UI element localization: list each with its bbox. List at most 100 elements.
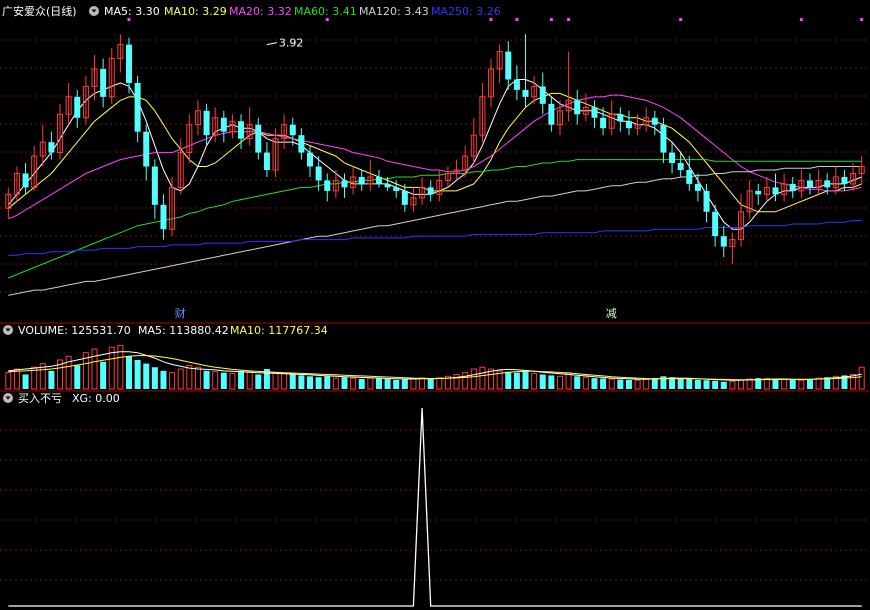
signal-dot	[799, 18, 803, 21]
ma250-label: MA250: 3.26	[431, 5, 501, 18]
candle-body-down	[134, 82, 141, 132]
volume-bar-down	[600, 378, 607, 389]
volume-bar-down	[548, 375, 555, 389]
volume-bar-down	[789, 379, 796, 389]
candle-body-down	[160, 204, 167, 230]
volume-bar-up	[91, 348, 98, 390]
volume-bar-up	[781, 379, 788, 390]
volume-bar-up	[479, 366, 486, 390]
ma120-line	[8, 166, 862, 296]
volume-bar-up	[13, 368, 20, 390]
candle-body-down	[824, 180, 831, 188]
volume-bar-down	[591, 378, 598, 389]
candle-body-down	[513, 79, 520, 90]
candle-body-down	[358, 176, 365, 184]
candle-body-down	[341, 180, 348, 188]
ma120-label: MA120: 3.43	[359, 5, 429, 18]
volume-bar-up	[436, 377, 443, 390]
candle-body-down	[789, 183, 796, 191]
candle-body-down	[100, 69, 107, 97]
ma20-label: MA20: 3.32	[229, 5, 292, 18]
volume-bar-up	[634, 379, 641, 390]
volume-collapse-icon[interactable]	[3, 325, 13, 335]
volume-bar-up	[729, 380, 736, 390]
volume-bar-down	[341, 377, 348, 389]
volume-bar-down	[384, 379, 391, 389]
volume-bar-up	[419, 377, 426, 390]
volume-bar-down	[220, 372, 227, 389]
volume-bar-down	[238, 370, 245, 389]
price-panel-title: 广安爱众(日线)	[2, 4, 77, 18]
signal-dot	[567, 18, 571, 21]
volume-bar-up	[746, 378, 753, 390]
volume-bar-down	[134, 359, 141, 389]
signal-dot	[127, 18, 131, 21]
volume-bar-down	[393, 379, 400, 389]
candle-body-down	[522, 89, 529, 97]
candle-body-down	[669, 152, 676, 164]
indicator-collapse-icon[interactable]	[3, 393, 13, 403]
candle-body-down	[324, 180, 331, 191]
candle-body-down	[22, 173, 29, 188]
candle-body-down	[660, 124, 667, 153]
volume-bar-down	[574, 376, 581, 389]
volume-bar-down	[651, 378, 658, 389]
ma5-label: MA5: 3.30	[104, 5, 160, 18]
volume-bar-up	[643, 378, 650, 390]
collapse-icon[interactable]	[89, 6, 99, 16]
volume-bar-down	[427, 378, 434, 389]
candle-body-down	[720, 236, 727, 247]
volume-bar-down	[315, 377, 322, 389]
indicator-title: 买入不亏	[18, 392, 62, 405]
candle-body-down	[151, 166, 158, 205]
volume-bar-down	[100, 361, 107, 389]
volume-bar-up	[531, 373, 538, 390]
volume-bar-down	[203, 370, 210, 389]
volume-bar-up	[212, 371, 219, 390]
candle-body-down	[48, 142, 55, 153]
candle-body-down	[393, 187, 400, 191]
candle-body-down	[505, 51, 512, 80]
candle-body-down	[220, 117, 227, 132]
candle-body-down	[694, 183, 701, 191]
indicator-xg-label: XG: 0.00	[72, 392, 120, 405]
volume-bar-down	[151, 367, 158, 389]
volume-bar-up	[798, 379, 805, 390]
volume-bar-up	[582, 376, 589, 390]
event-marker-reduce[interactable]: 减	[606, 307, 617, 320]
volume-bar-down	[48, 370, 55, 389]
volume-bar-up	[858, 366, 865, 390]
candle-body-down	[74, 96, 81, 118]
candle-body-down	[307, 152, 314, 167]
volume-bar-up	[738, 379, 745, 390]
volume-bar-down	[617, 379, 624, 389]
volume-bar-up	[246, 371, 253, 390]
volume-title: VOLUME: 125531.70	[18, 324, 131, 337]
volume-bar-down	[522, 369, 529, 389]
volume-bar-down	[703, 380, 710, 389]
volume-bar-up	[850, 373, 857, 390]
event-marker-finance[interactable]: 财	[175, 306, 186, 320]
candle-body-down	[841, 176, 848, 184]
volume-bar-down	[401, 379, 408, 389]
volume-bar-down	[625, 379, 632, 389]
candle-body-down	[772, 187, 779, 195]
volume-bar-down	[539, 374, 546, 389]
volume-bar-down	[143, 363, 150, 389]
candle-body-down	[686, 170, 693, 184]
volume-bar-up	[281, 373, 288, 390]
candle-body-down	[315, 166, 322, 181]
candle-body-down	[238, 121, 245, 139]
volume-bar-up	[470, 368, 477, 390]
candle-body-down	[298, 135, 305, 153]
volume-bar-up	[332, 377, 339, 390]
volume-bar-up	[186, 364, 193, 390]
volume-bar-up	[608, 378, 615, 390]
volume-bar-up	[169, 372, 176, 390]
volume-bar-up	[194, 366, 201, 390]
stock-chart: 广安爱众(日线) MA5: 3.30 MA10: 3.29 MA20: 3.32…	[0, 4, 870, 607]
volume-bar-down	[513, 372, 520, 389]
peak-pointer-line	[266, 42, 278, 46]
candle-body-down	[375, 176, 382, 184]
volume-bar-up	[272, 372, 279, 390]
